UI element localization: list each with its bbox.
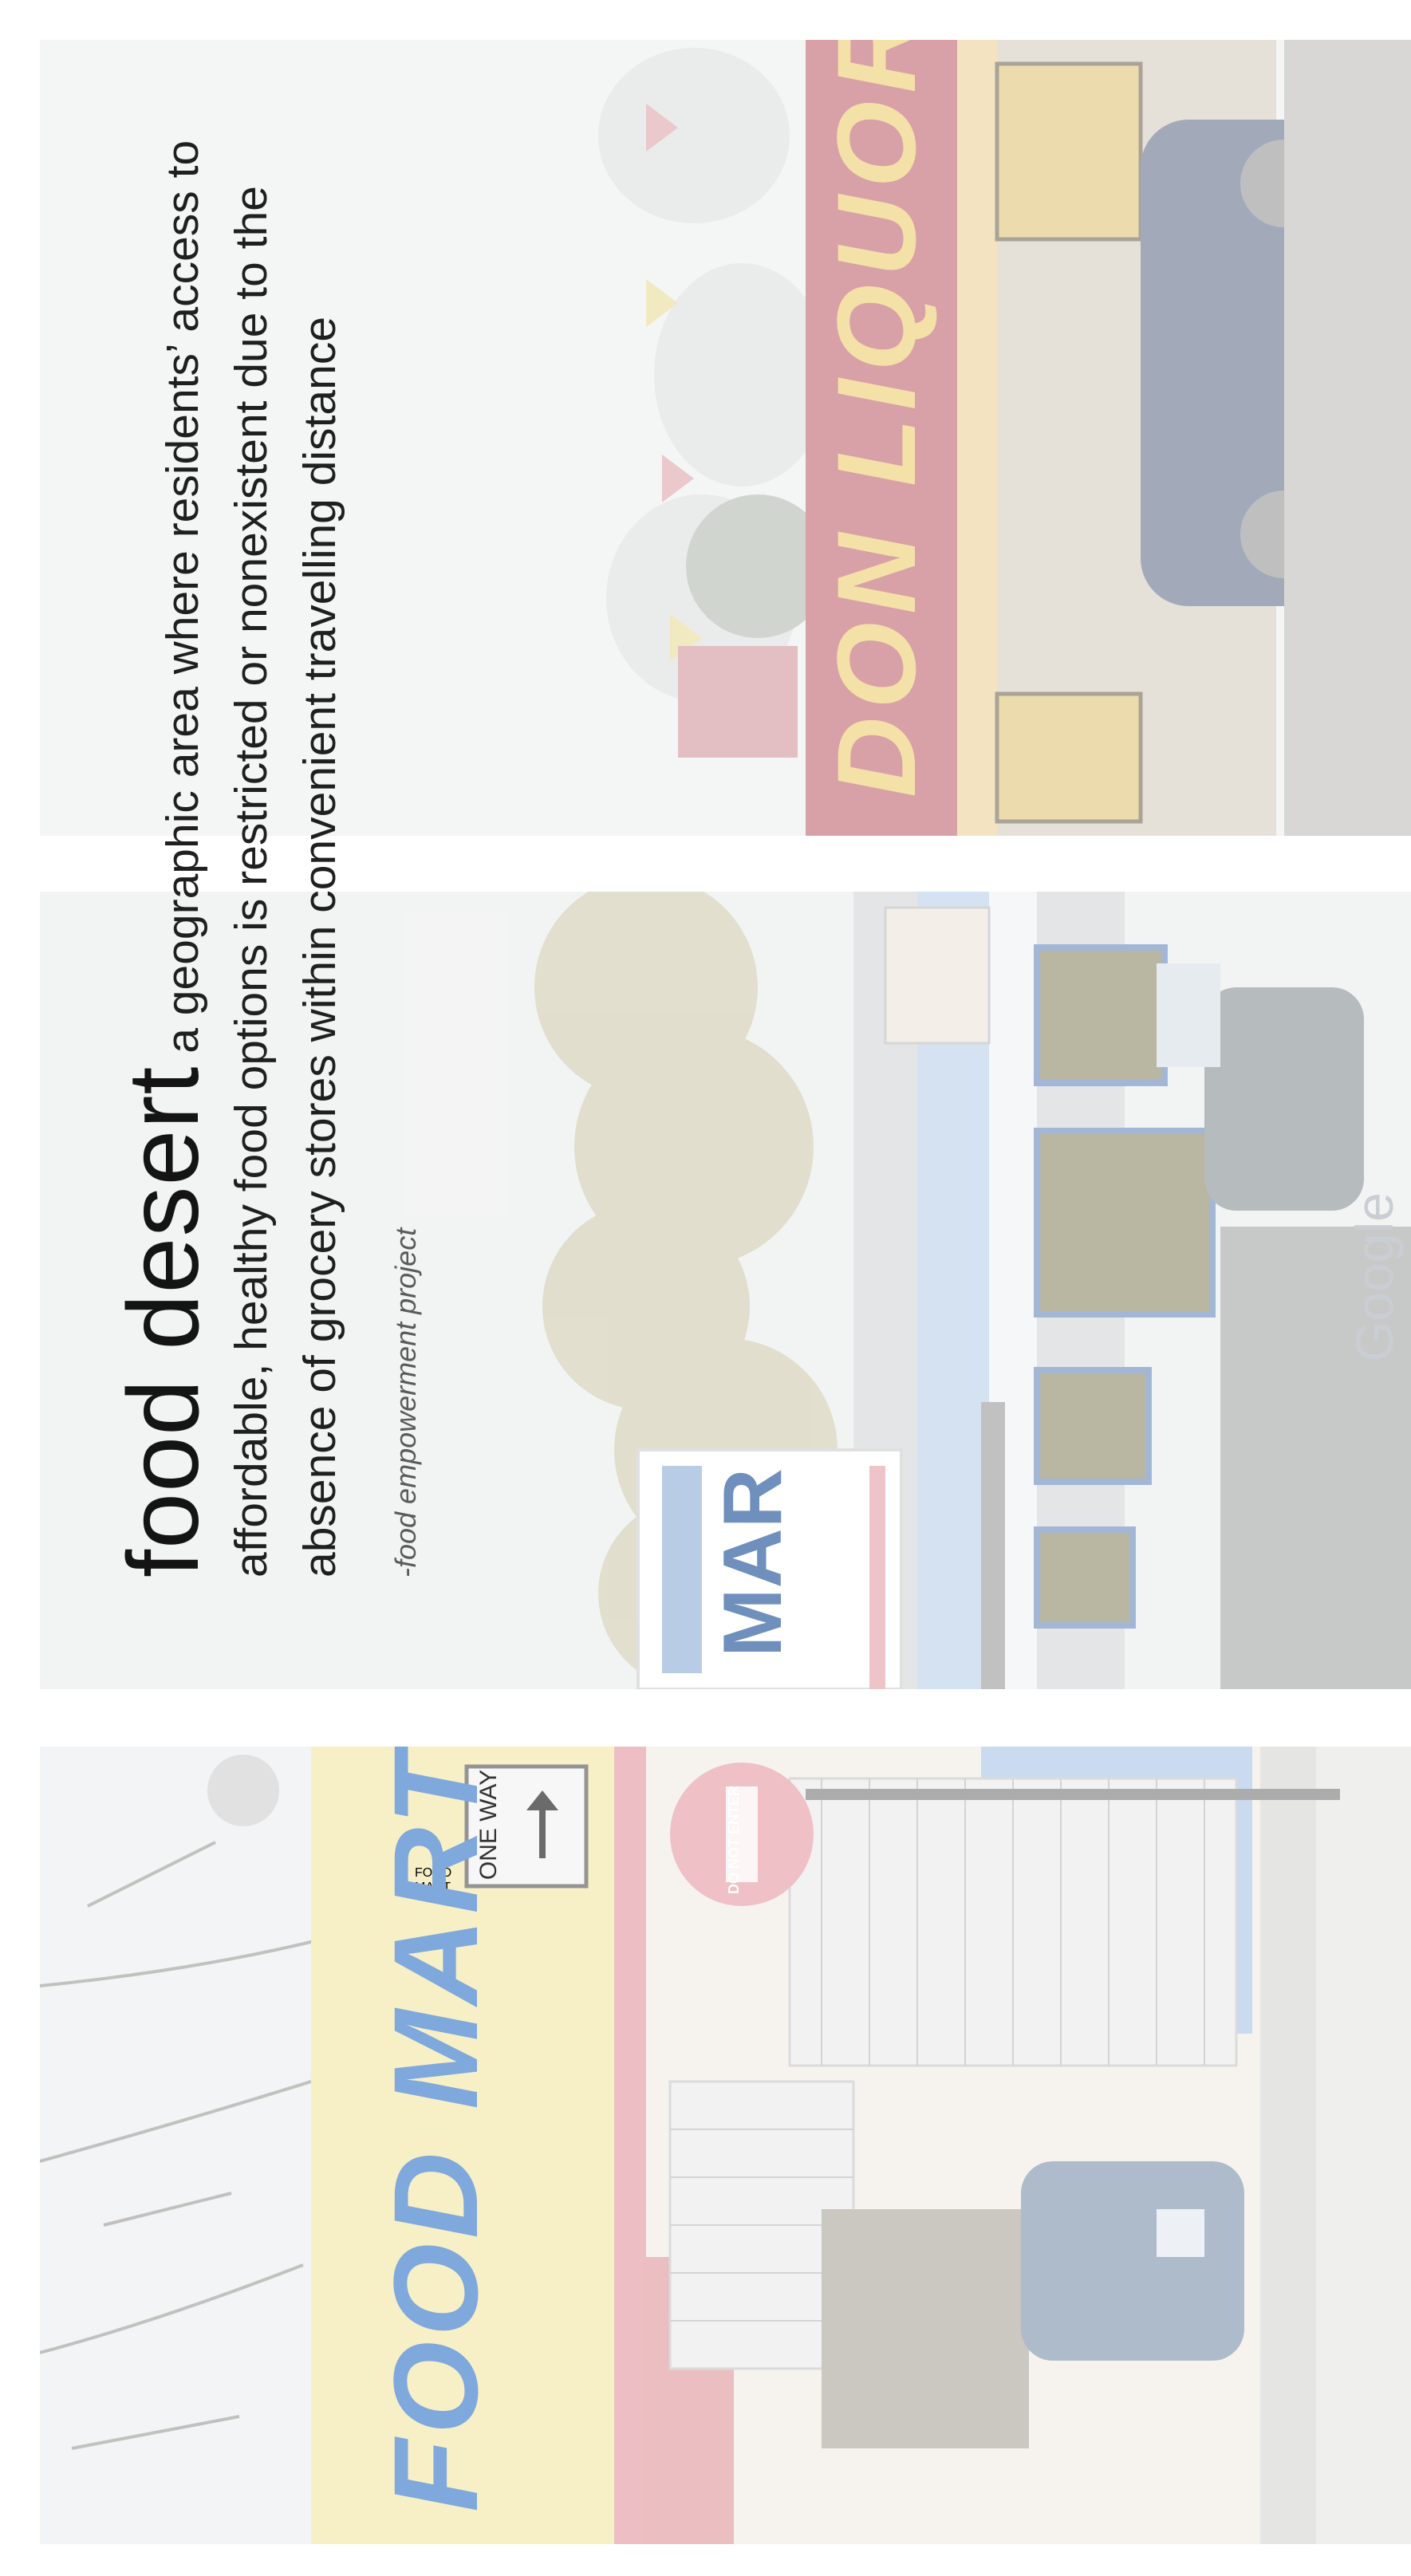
liquors-sign-label: DON LIQUORS [812,40,941,798]
do-not-enter-sign-label: DO NOT ENTER [726,1786,743,1894]
google-watermark-text: Google [1345,1192,1404,1362]
definition-paragraph: food desert a geographic area where resi… [107,102,354,1578]
mailbox-illustration [1021,2161,1244,2361]
google-watermark: Google [1344,1192,1405,1362]
marathon-sign-label: MAR [706,1468,801,1657]
one-way-sign-words: ONE WAY [475,1769,502,1881]
liquors-sign-words: DON LIQUORS [814,40,939,798]
car-illustration [1204,987,1364,1211]
one-way-sign-label: ONE WAY [475,1769,502,1881]
term-heading: food desert [107,1065,219,1578]
attribution: -food empowerment project [389,1227,422,1578]
definition-block: food desert a geographic area where resi… [40,40,602,1627]
marathon-sign-words: MAR [707,1468,799,1657]
food-mart-photo: FOOD MART FOOD MART ONE WAY DO NOT ENTER [40,1747,1411,2544]
do-not-enter-sign-words: DO NOT ENTER [726,1785,742,1894]
